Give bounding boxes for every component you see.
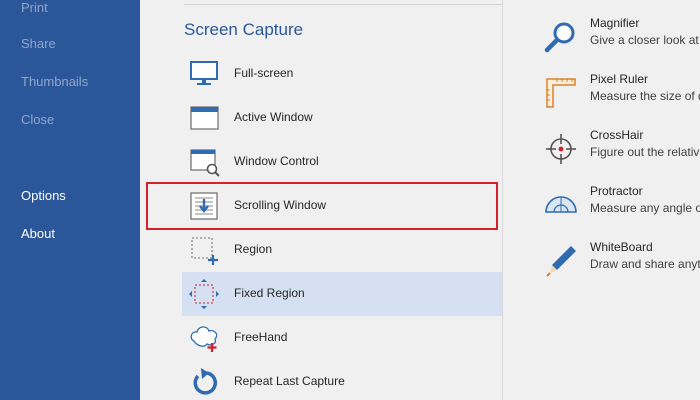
tool-name: WhiteBoard <box>590 240 653 254</box>
sidebar-item-options[interactable]: Options <box>21 188 66 203</box>
highlight-frame <box>146 182 498 230</box>
tool-description: Give a closer look at <box>590 33 699 47</box>
capture-window-control[interactable]: Window Control <box>182 140 502 184</box>
capture-item-label: Fixed Region <box>234 286 305 300</box>
capture-region[interactable]: Region <box>182 228 502 272</box>
sidebar: Print Share Thumbnails Close Options Abo… <box>0 0 140 400</box>
magnifier-icon <box>544 20 578 54</box>
freehand-icon <box>188 323 220 353</box>
capture-active-window[interactable]: Active Window <box>182 96 502 140</box>
pen-icon <box>544 244 578 278</box>
sidebar-item-print[interactable]: Print <box>21 0 48 15</box>
capture-repeat-last[interactable]: Repeat Last Capture <box>182 360 502 400</box>
capture-item-label: FreeHand <box>234 330 288 344</box>
tool-description: Measure the size of d <box>590 89 700 103</box>
region-icon <box>188 235 220 265</box>
tool-crosshair[interactable]: CrossHair Figure out the relativ <box>544 126 700 170</box>
tool-description: Draw and share anyth <box>590 257 700 271</box>
ruler-icon <box>544 76 578 110</box>
sidebar-item-thumbnails[interactable]: Thumbnails <box>21 74 88 89</box>
capture-item-label: Window Control <box>234 154 319 168</box>
section-title: Screen Capture <box>184 20 304 39</box>
capture-item-label: Full-screen <box>234 66 294 80</box>
tool-protractor[interactable]: Protractor Measure any angle o <box>544 182 700 226</box>
tool-pixel-ruler[interactable]: Pixel Ruler Measure the size of d <box>544 70 700 114</box>
window-control-icon <box>188 147 220 177</box>
protractor-icon <box>544 188 578 222</box>
column-divider <box>502 0 503 400</box>
capture-fixed-region[interactable]: Fixed Region <box>182 272 502 316</box>
capture-full-screen[interactable]: Full-screen <box>182 52 502 96</box>
repeat-icon <box>188 367 220 397</box>
sidebar-item-share[interactable]: Share <box>21 36 56 51</box>
monitor-icon <box>188 59 220 89</box>
capture-item-label: Repeat Last Capture <box>234 374 345 388</box>
main-panel: Screen Capture Full-screen Active Window <box>140 0 700 400</box>
window-icon <box>188 103 220 133</box>
sidebar-item-close[interactable]: Close <box>21 112 54 127</box>
tool-magnifier[interactable]: Magnifier Give a closer look at <box>544 14 700 58</box>
tool-whiteboard[interactable]: WhiteBoard Draw and share anyth <box>544 238 700 282</box>
tool-description: Figure out the relativ <box>590 145 700 159</box>
sidebar-item-about[interactable]: About <box>21 226 55 241</box>
capture-item-label: Region <box>234 242 273 256</box>
tool-name: Pixel Ruler <box>590 72 649 86</box>
tool-name: CrossHair <box>590 128 644 142</box>
tool-name: Magnifier <box>590 16 640 30</box>
tool-description: Measure any angle o <box>590 201 700 215</box>
tool-name: Protractor <box>590 184 643 198</box>
top-divider <box>184 4 502 5</box>
capture-freehand[interactable]: FreeHand <box>182 316 502 360</box>
fixed-region-icon <box>188 279 220 309</box>
crosshair-icon <box>544 132 578 166</box>
capture-item-label: Active Window <box>234 110 313 124</box>
